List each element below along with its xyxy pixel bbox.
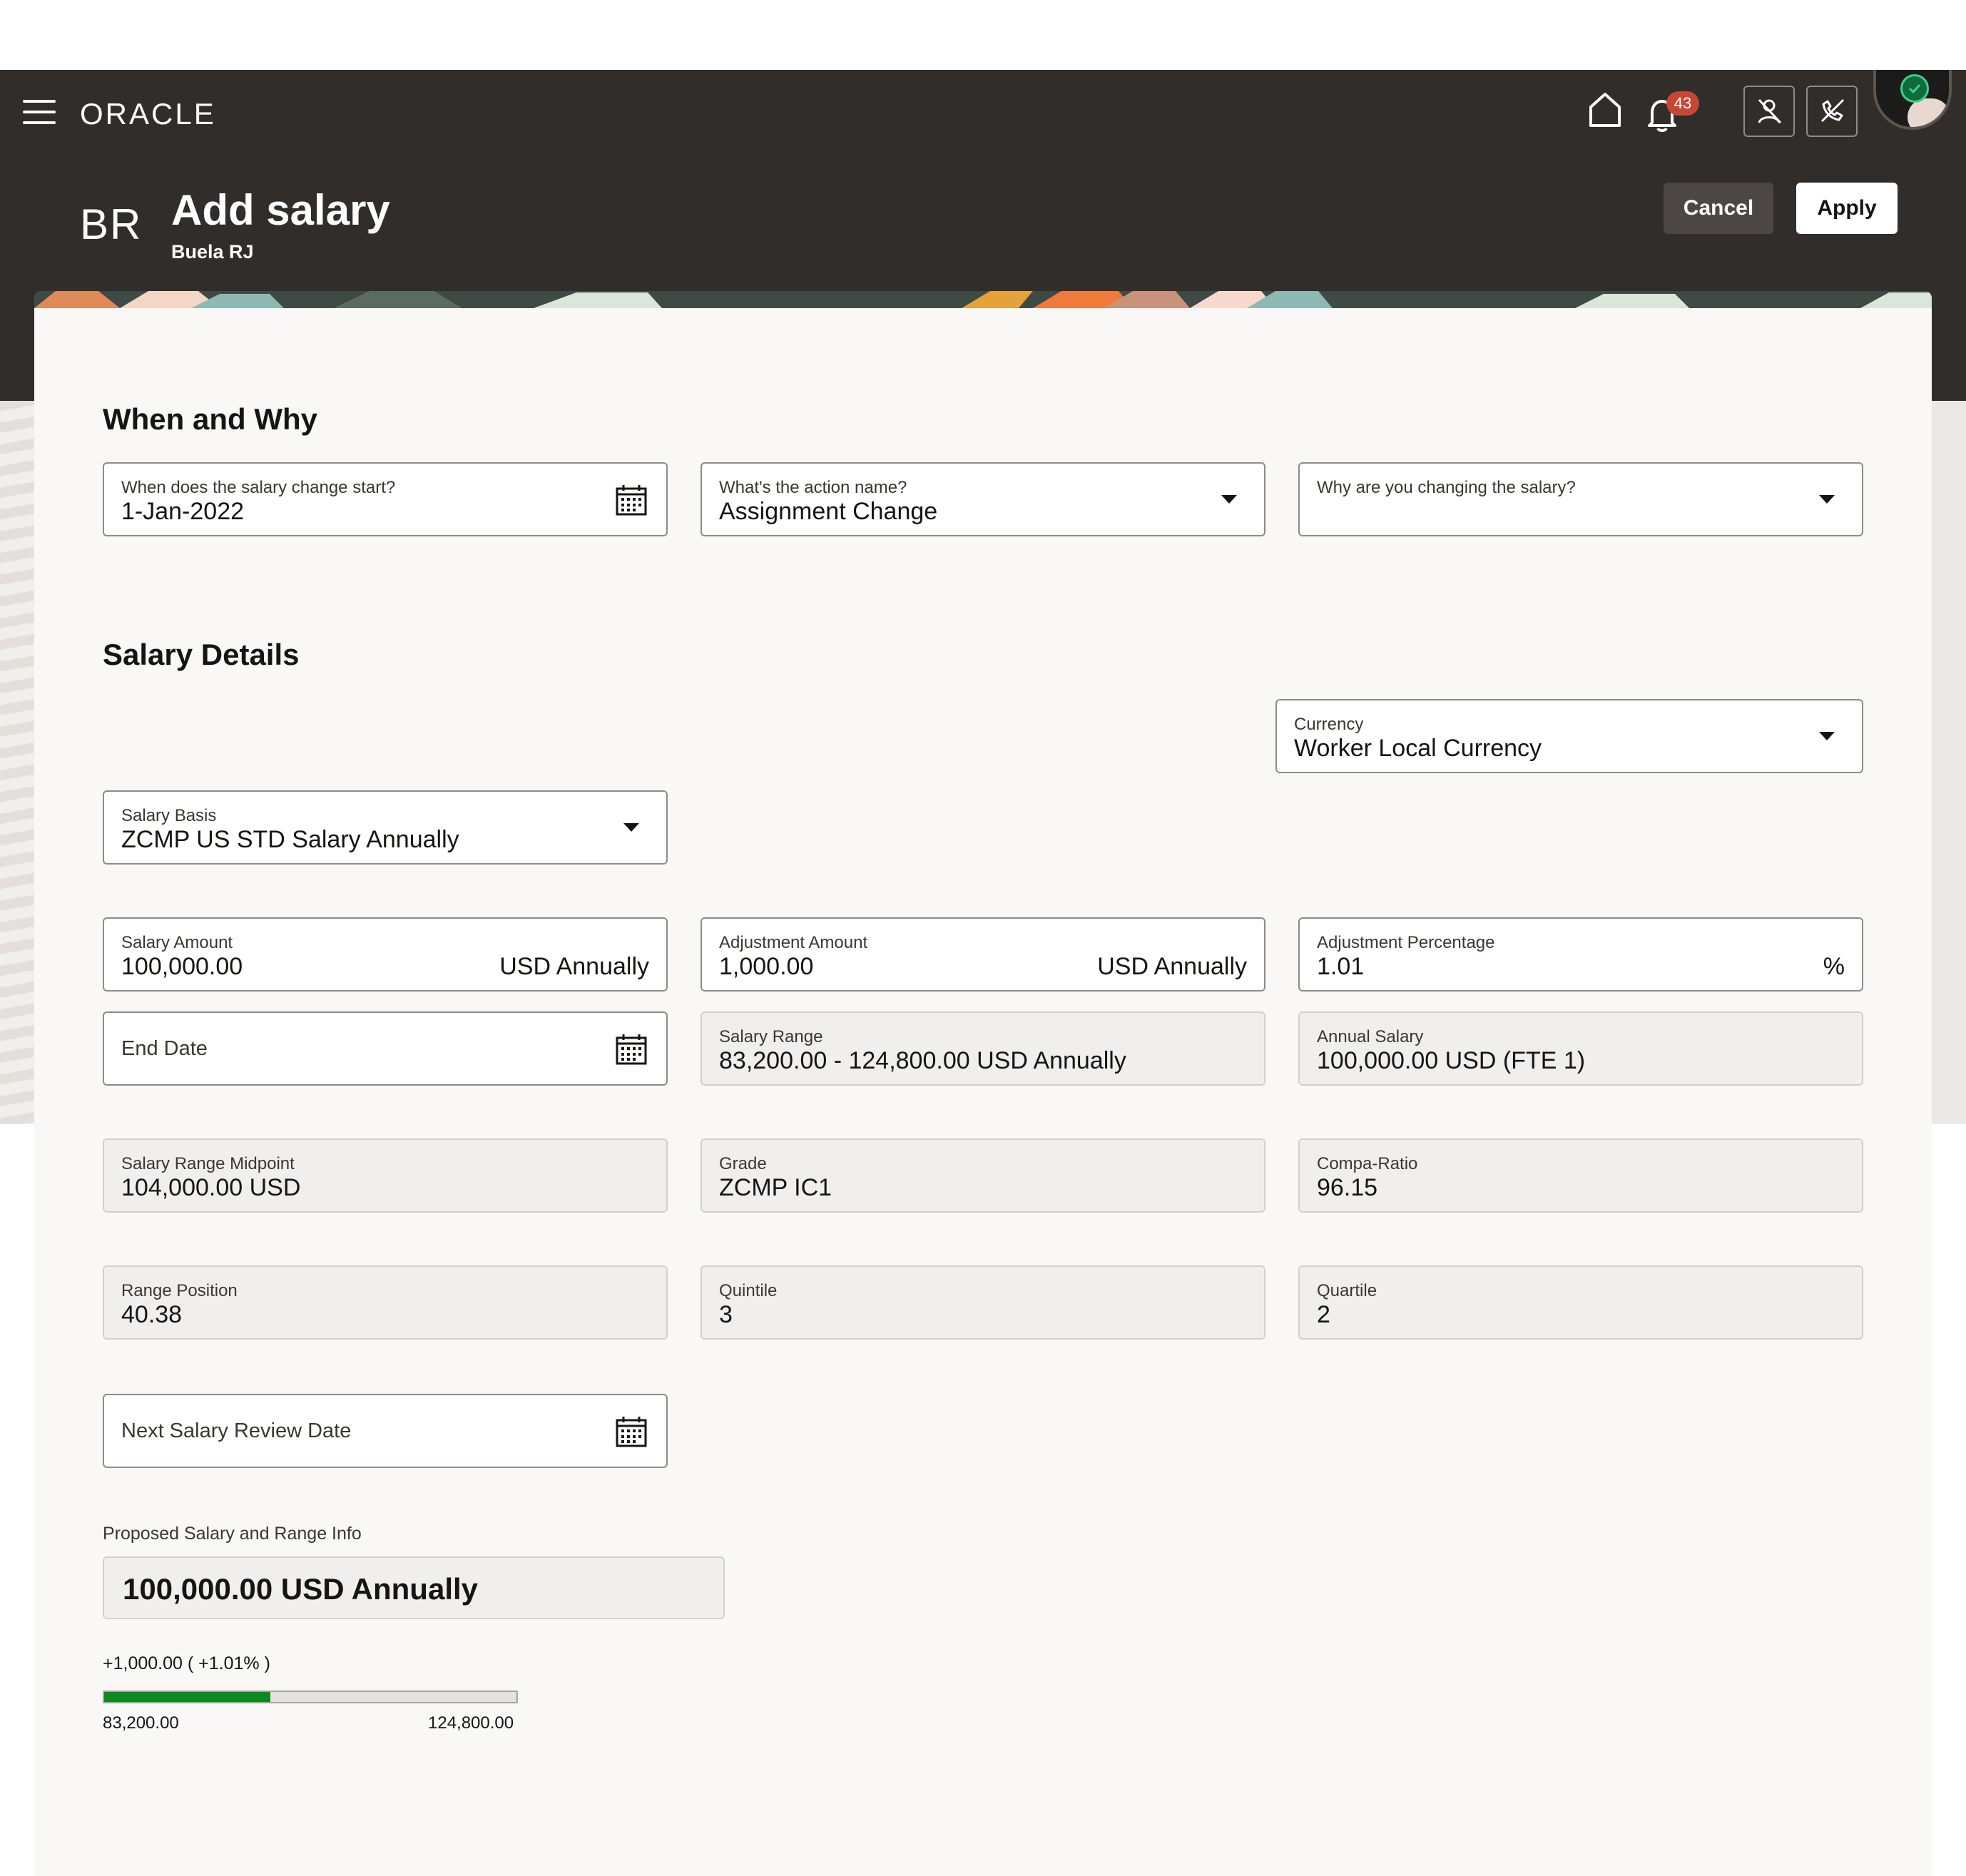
quintile-value: 3 <box>719 1301 733 1328</box>
range-position-bar <box>103 1691 518 1703</box>
grade-value: ZCMP IC1 <box>719 1174 832 1201</box>
person-slash-icon <box>1758 98 1782 124</box>
next-review-date-placeholder: Next Salary Review Date <box>121 1419 352 1442</box>
adjustment-percentage-value: 1.01 <box>1317 953 1365 980</box>
action-name-label: What's the action name? <box>719 478 907 497</box>
reason-label: Why are you changing the salary? <box>1317 478 1576 497</box>
quartile-field: Quartile 2 <box>1298 1265 1863 1340</box>
currency-value: Worker Local Currency <box>1294 735 1542 762</box>
person-initials: BR <box>80 200 143 248</box>
adjustment-percentage-input[interactable]: Adjustment Percentage 1.01 % <box>1298 917 1863 991</box>
calendar-icon[interactable] <box>615 1033 648 1066</box>
decorative-banner <box>34 291 1932 308</box>
range-position-label: Range Position <box>121 1281 238 1300</box>
salary-basis-value: ZCMP US STD Salary Annually <box>121 826 459 853</box>
calendar-icon[interactable] <box>615 484 648 516</box>
notification-badge: 43 <box>1666 91 1699 116</box>
range-min-label: 83,200.00 <box>103 1713 179 1733</box>
salary-range-field: Salary Range 83,200.00 - 124,800.00 USD … <box>701 1011 1265 1086</box>
salary-amount-input[interactable]: Salary Amount 100,000.00 USD Annually <box>103 917 668 991</box>
calendar-icon[interactable] <box>615 1415 648 1448</box>
currency-select[interactable]: Currency Worker Local Currency <box>1275 699 1863 773</box>
reason-select[interactable]: Why are you changing the salary? <box>1298 462 1863 536</box>
compa-ratio-value: 96.15 <box>1317 1174 1378 1201</box>
adjustment-amount-value: 1,000.00 <box>719 953 814 980</box>
chevron-down-icon[interactable] <box>623 823 639 832</box>
salary-amount-label: Salary Amount <box>121 933 233 952</box>
user-avatar[interactable] <box>1873 70 1952 130</box>
svg-text:ORACLE: ORACLE <box>80 97 216 130</box>
annual-salary-field: Annual Salary 100,000.00 USD (FTE 1) <box>1298 1011 1863 1086</box>
compa-ratio-label: Compa-Ratio <box>1317 1154 1418 1173</box>
next-review-date-field[interactable]: Next Salary Review Date <box>103 1394 668 1468</box>
end-date-field[interactable]: End Date <box>103 1011 668 1086</box>
chevron-down-icon[interactable] <box>1221 495 1237 504</box>
cancel-button[interactable]: Cancel <box>1664 183 1773 234</box>
salary-amount-value: 100,000.00 <box>121 953 243 980</box>
chevron-down-icon[interactable] <box>1819 495 1835 504</box>
salary-basis-select[interactable]: Salary Basis ZCMP US STD Salary Annually <box>103 790 668 865</box>
salary-range-label: Salary Range <box>719 1027 823 1046</box>
salary-basis-label: Salary Basis <box>121 806 217 825</box>
apply-button[interactable]: Apply <box>1796 183 1898 234</box>
phone-off-icon <box>1820 98 1845 123</box>
quintile-label: Quintile <box>719 1281 778 1300</box>
percent-suffix: % <box>1823 953 1845 980</box>
chevron-down-icon[interactable] <box>1819 732 1835 740</box>
adjustment-amount-label: Adjustment Amount <box>719 933 868 952</box>
phone-off-button[interactable] <box>1806 86 1858 137</box>
adjustment-amount-input[interactable]: Adjustment Amount 1,000.00 USD Annually <box>701 917 1265 991</box>
page-title: Add salary <box>171 186 390 234</box>
grade-label: Grade <box>719 1154 767 1173</box>
notifications-button[interactable]: 43 <box>1645 91 1699 134</box>
avatar-photo <box>1908 98 1949 127</box>
oracle-logo[interactable]: ORACLE <box>80 96 230 130</box>
range-position-field: Range Position 40.38 <box>103 1265 668 1340</box>
grade-field: Grade ZCMP IC1 <box>701 1138 1265 1213</box>
adjustment-amount-suffix: USD Annually <box>1097 953 1247 980</box>
adjustment-percentage-label: Adjustment Percentage <box>1317 933 1495 952</box>
start-date-field[interactable]: When does the salary change start? 1-Jan… <box>103 462 668 536</box>
form-card: When and Why When does the salary change… <box>34 291 1932 1876</box>
end-date-placeholder: End Date <box>121 1037 208 1060</box>
when-why-heading: When and Why <box>103 402 317 436</box>
salary-delta: +1,000.00 ( +1.01% ) <box>103 1653 270 1673</box>
home-icon[interactable] <box>1588 91 1622 128</box>
compa-ratio-field: Compa-Ratio 96.15 <box>1298 1138 1863 1213</box>
proposed-salary-value: 100,000.00 USD Annually <box>123 1572 479 1606</box>
background-pattern <box>0 401 34 1124</box>
range-position-value: 40.38 <box>121 1301 183 1328</box>
midpoint-label: Salary Range Midpoint <box>121 1154 295 1173</box>
currency-label: Currency <box>1294 715 1364 734</box>
salary-range-value: 83,200.00 - 124,800.00 USD Annually <box>719 1047 1126 1074</box>
menu-icon[interactable] <box>23 100 56 126</box>
midpoint-field: Salary Range Midpoint 104,000.00 USD <box>103 1138 668 1213</box>
quartile-label: Quartile <box>1317 1281 1377 1300</box>
status-check-icon <box>1900 74 1929 103</box>
range-max-label: 124,800.00 <box>428 1713 514 1733</box>
annual-salary-value: 100,000.00 USD (FTE 1) <box>1317 1047 1586 1074</box>
salary-amount-suffix: USD Annually <box>499 953 649 980</box>
range-position-fill <box>104 1692 271 1702</box>
proposed-salary-box: 100,000.00 USD Annually <box>103 1556 725 1619</box>
person-search-button[interactable] <box>1743 86 1795 137</box>
start-date-value: 1-Jan-2022 <box>121 498 245 525</box>
start-date-label: When does the salary change start? <box>121 478 396 497</box>
salary-details-heading: Salary Details <box>103 638 300 671</box>
proposed-label: Proposed Salary and Range Info <box>103 1524 362 1544</box>
midpoint-value: 104,000.00 USD <box>121 1174 301 1201</box>
page-subtitle: Buela RJ <box>171 241 254 262</box>
action-name-select[interactable]: What's the action name? Assignment Chang… <box>701 462 1265 536</box>
quintile-field: Quintile 3 <box>701 1265 1265 1340</box>
quartile-value: 2 <box>1317 1301 1330 1328</box>
top-strip <box>0 0 1966 70</box>
action-name-value: Assignment Change <box>719 498 938 525</box>
annual-salary-label: Annual Salary <box>1317 1027 1424 1046</box>
